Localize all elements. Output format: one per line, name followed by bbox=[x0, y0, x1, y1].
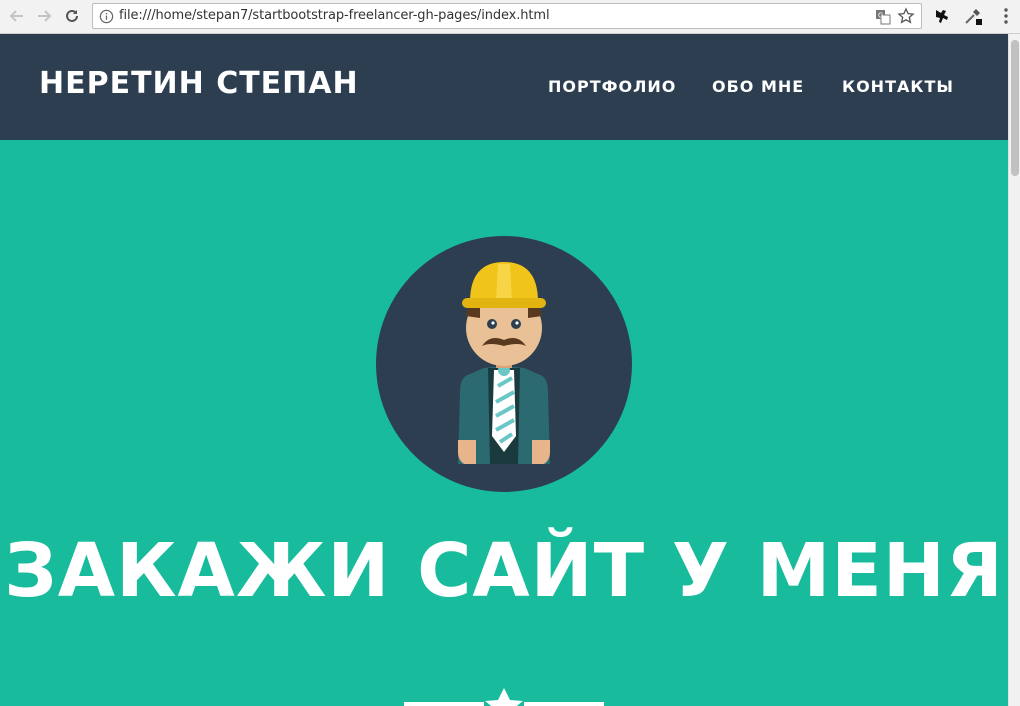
forward-button[interactable] bbox=[33, 5, 55, 27]
star-icon bbox=[485, 688, 523, 706]
reload-icon bbox=[66, 9, 78, 22]
scrollbar-thumb[interactable] bbox=[1011, 40, 1019, 176]
eyedropper-button[interactable] bbox=[963, 6, 983, 26]
brand-link[interactable]: НЕРЕТИН СТЕПАН bbox=[39, 66, 359, 101]
star-divider bbox=[404, 688, 604, 706]
eyedropper-icon bbox=[965, 9, 982, 25]
extension-button[interactable] bbox=[932, 6, 952, 26]
browser-menu-button[interactable] bbox=[996, 6, 1016, 26]
builder-avatar-icon bbox=[376, 236, 632, 492]
menu-icon bbox=[1004, 8, 1008, 24]
forward-arrow-icon bbox=[38, 10, 52, 22]
reload-button[interactable] bbox=[61, 5, 83, 27]
nav-link-portfolio[interactable]: ПОРТФОЛИО bbox=[548, 77, 676, 96]
nav-link-contacts[interactable]: КОНТАКТЫ bbox=[842, 77, 954, 96]
nav-link-about[interactable]: ОБО МНЕ bbox=[712, 77, 804, 96]
address-bar[interactable]: file:///home/stepan7/startbootstrap-free… bbox=[92, 3, 922, 29]
translate-icon[interactable]: G bbox=[875, 9, 891, 25]
svg-text:G: G bbox=[878, 12, 883, 20]
url-text[interactable]: file:///home/stepan7/startbootstrap-free… bbox=[119, 8, 550, 23]
browser-toolbar: file:///home/stepan7/startbootstrap-free… bbox=[0, 0, 1020, 34]
header-section: ЗАКАЖИ САЙТ У МЕНЯ bbox=[0, 140, 1008, 706]
back-button[interactable] bbox=[6, 5, 28, 27]
navbar: НЕРЕТИН СТЕПАН ПОРТФОЛИО ОБО МНЕ КОНТАКТ… bbox=[0, 34, 1008, 140]
star-icon[interactable] bbox=[897, 7, 915, 25]
back-arrow-icon bbox=[9, 10, 23, 22]
scrollbar[interactable] bbox=[1008, 34, 1020, 706]
page-viewport: НЕРЕТИН СТЕПАН ПОРТФОЛИО ОБО МНЕ КОНТАКТ… bbox=[0, 34, 1008, 706]
info-icon[interactable] bbox=[99, 9, 114, 24]
extension-icon bbox=[936, 10, 948, 23]
hero-headline: ЗАКАЖИ САЙТ У МЕНЯ bbox=[4, 528, 1004, 614]
